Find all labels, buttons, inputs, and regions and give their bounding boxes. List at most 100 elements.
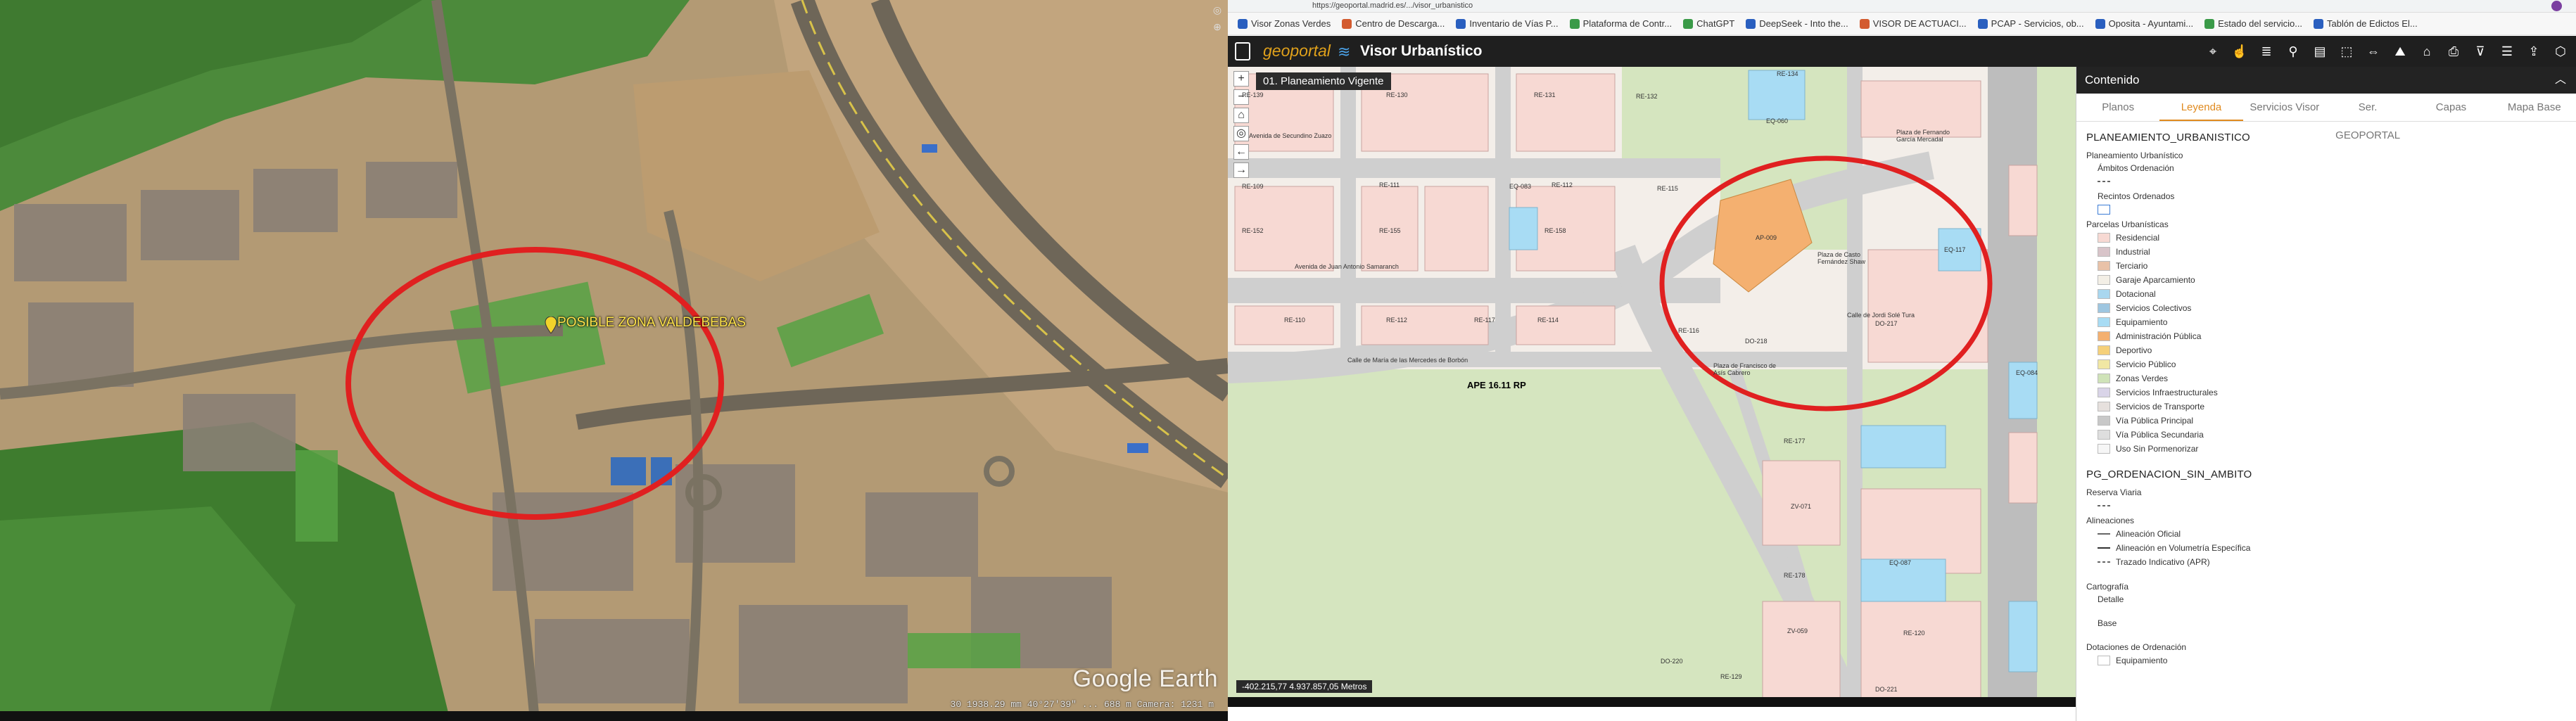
zoom-in-button[interactable]: + [1233, 71, 1249, 87]
bookmark-favicon-icon [1859, 18, 1870, 29]
bookmark-item[interactable]: Inventario de Vías P... [1456, 18, 1559, 29]
chevron-up-icon[interactable]: ︿ [2555, 67, 2566, 94]
color-swatch-icon [2098, 430, 2110, 440]
bookmark-item[interactable]: DeepSeek - Into the... [1746, 18, 1848, 29]
select-icon[interactable]: ⬚ [2338, 43, 2355, 60]
aerial-imagery[interactable] [0, 0, 1228, 721]
profile-avatar[interactable] [2551, 1, 2562, 11]
legend-item: Terciario [2098, 259, 2566, 273]
plot-code[interactable]: RE-130 [1386, 91, 1408, 98]
back-icon[interactable]: ← [1233, 144, 1249, 160]
reserva-symbol [2098, 499, 2566, 513]
home-icon[interactable]: ⌂ [1233, 108, 1249, 123]
zoom-icon[interactable]: ⊕ [1211, 21, 1224, 34]
plot-code[interactable]: ZV-071 [1791, 503, 1811, 510]
plot-code[interactable]: EQ-083 [1509, 183, 1531, 190]
plot-code[interactable]: EQ-117 [1944, 246, 1965, 253]
plot-code[interactable]: RE-132 [1636, 93, 1658, 100]
planning-map[interactable]: + − ⌂ ◎ ← → 01. Planeamiento Vigente APE… [1228, 67, 2076, 707]
legend-item-label: Dotacional [2116, 289, 2156, 299]
plot-code[interactable]: DO-221 [1875, 686, 1898, 693]
profile-icon[interactable]: ⛰ [2392, 43, 2409, 60]
street-label: Plaza de Fernando García Mercadal [1896, 129, 1950, 143]
plot-code[interactable]: RE-114 [1537, 317, 1559, 324]
plot-code[interactable]: RE-111 [1379, 181, 1400, 189]
location-icon[interactable]: ⌖ [2204, 43, 2221, 60]
plot-code[interactable]: EQ-084 [2016, 369, 2038, 376]
plot-code[interactable]: RE-152 [1242, 227, 1264, 234]
plot-code[interactable]: EQ-087 [1889, 559, 1911, 566]
placemark-label[interactable]: POSIBLE ZONA VALDEBEBAS [557, 315, 746, 331]
plot-code[interactable]: RE-177 [1784, 438, 1806, 445]
measure-icon[interactable]: ⚲ [2285, 43, 2302, 60]
panel-tab[interactable]: Ser. GEOPORTAL [2326, 94, 2409, 141]
plot-code[interactable]: ZV-059 [1787, 627, 1808, 634]
locate-icon[interactable]: ◎ [1233, 126, 1249, 141]
plot-code[interactable]: RE-117 [1474, 317, 1495, 324]
plot-code[interactable]: RE-112 [1386, 317, 1407, 324]
plot-code[interactable]: AP-009 [1756, 234, 1777, 241]
plot-code[interactable]: RE-115 [1657, 185, 1678, 192]
bookmark-label: Visor Zonas Verdes [1251, 18, 1331, 29]
swipe-icon[interactable]: ⇔ [2365, 43, 2382, 60]
document-icon[interactable]: ▤ [2311, 43, 2328, 60]
plot-code[interactable]: RE-131 [1534, 91, 1556, 98]
building-icon[interactable]: ⌂ [2418, 43, 2435, 60]
compass-icon[interactable]: ◎ [1211, 4, 1224, 17]
bookmark-item[interactable]: VISOR DE ACTUACI... [1859, 18, 1967, 29]
panel-tab[interactable]: Planos [2076, 94, 2159, 121]
legend-item-label: Industrial [2116, 247, 2150, 257]
plot-code[interactable]: RE-129 [1720, 673, 1742, 680]
plot-code[interactable]: DO-218 [1745, 338, 1768, 345]
forward-icon[interactable]: → [1233, 162, 1249, 178]
bookmark-item[interactable]: Oposita - Ayuntami... [2095, 18, 2193, 29]
screen: POSIBLE ZONA VALDEBEBAS ◎ ⊕ Google Earth… [0, 0, 2576, 721]
plot-code[interactable]: RE-109 [1242, 183, 1264, 190]
street-label: Avenida de Secundino Zuazo [1249, 132, 1332, 139]
google-earth-view[interactable]: POSIBLE ZONA VALDEBEBAS ◎ ⊕ Google Earth… [0, 0, 1228, 721]
color-swatch-icon [2098, 345, 2110, 355]
geoportal-logo[interactable]: geoportal [1263, 42, 1331, 60]
plot-code[interactable]: RE-158 [1544, 227, 1566, 234]
map-canvas[interactable] [1228, 67, 2076, 707]
address-bar[interactable]: https://geoportal.madrid.es/.../visor_ur… [1312, 1, 2368, 11]
panel-tab[interactable]: Leyenda [2159, 94, 2243, 121]
plot-code[interactable]: RE-110 [1284, 317, 1305, 324]
alineaciones-label: Alineaciones [2086, 516, 2135, 525]
plot-code[interactable]: RE-116 [1678, 327, 1699, 334]
list-icon[interactable]: ☰ [2499, 43, 2515, 60]
filter-icon[interactable]: ⊽ [2472, 43, 2489, 60]
bookmark-item[interactable]: PCAP - Servicios, ob... [1977, 18, 2084, 29]
bookmark-label: ChatGPT [1696, 18, 1735, 29]
bookmark-item[interactable]: Plataforma de Contr... [1569, 18, 1672, 29]
plot-code[interactable]: EQ-060 [1766, 117, 1788, 125]
panel-tab[interactable]: Mapa Base [2493, 94, 2576, 121]
bookmark-item[interactable]: Estado del servicio... [2204, 18, 2302, 29]
legend-item: Alineación en Volumetría Específica [2098, 541, 2566, 555]
active-layer-label[interactable]: 01. Planeamiento Vigente [1256, 72, 1391, 90]
plot-code[interactable]: RE-120 [1903, 630, 1925, 637]
plot-code[interactable]: DO-220 [1661, 658, 1683, 665]
placemark-pin-icon[interactable] [545, 317, 557, 333]
panel-tab[interactable]: Servicios Visor [2243, 94, 2326, 121]
panel-tab[interactable]: Capas [2409, 94, 2492, 121]
bookmark-label: Centro de Descarga... [1355, 18, 1445, 29]
print-icon[interactable]: ⎙ [2445, 43, 2462, 60]
bookmarks-bar: Visor Zonas Verdes Centro de Descarga... I… [1228, 13, 2576, 35]
street-label: Calle de María de las Mercedes de Borbón [1347, 357, 1468, 364]
plot-code[interactable]: RE-134 [1777, 70, 1798, 77]
color-swatch-icon [2098, 331, 2110, 341]
layers-icon[interactable]: ≣ [2258, 43, 2275, 60]
cube-icon[interactable]: ⬡ [2552, 43, 2569, 60]
bookmark-item[interactable]: Tablón de Edictos El... [2314, 18, 2418, 29]
plot-code[interactable]: DO-217 [1875, 320, 1898, 327]
plot-code[interactable]: RE-178 [1784, 572, 1806, 579]
plot-code[interactable]: RE-139 [1242, 91, 1264, 98]
plot-code[interactable]: RE-155 [1379, 227, 1401, 234]
bookmark-item[interactable]: Visor Zonas Verdes [1238, 18, 1331, 29]
plot-code[interactable]: RE-112 [1552, 181, 1573, 189]
identify-icon[interactable]: ☝ [2231, 43, 2248, 60]
bookmark-item[interactable]: ChatGPT [1683, 18, 1734, 29]
bookmark-item[interactable]: Centro de Descarga... [1342, 18, 1445, 29]
export-icon[interactable]: ⇪ [2525, 43, 2542, 60]
